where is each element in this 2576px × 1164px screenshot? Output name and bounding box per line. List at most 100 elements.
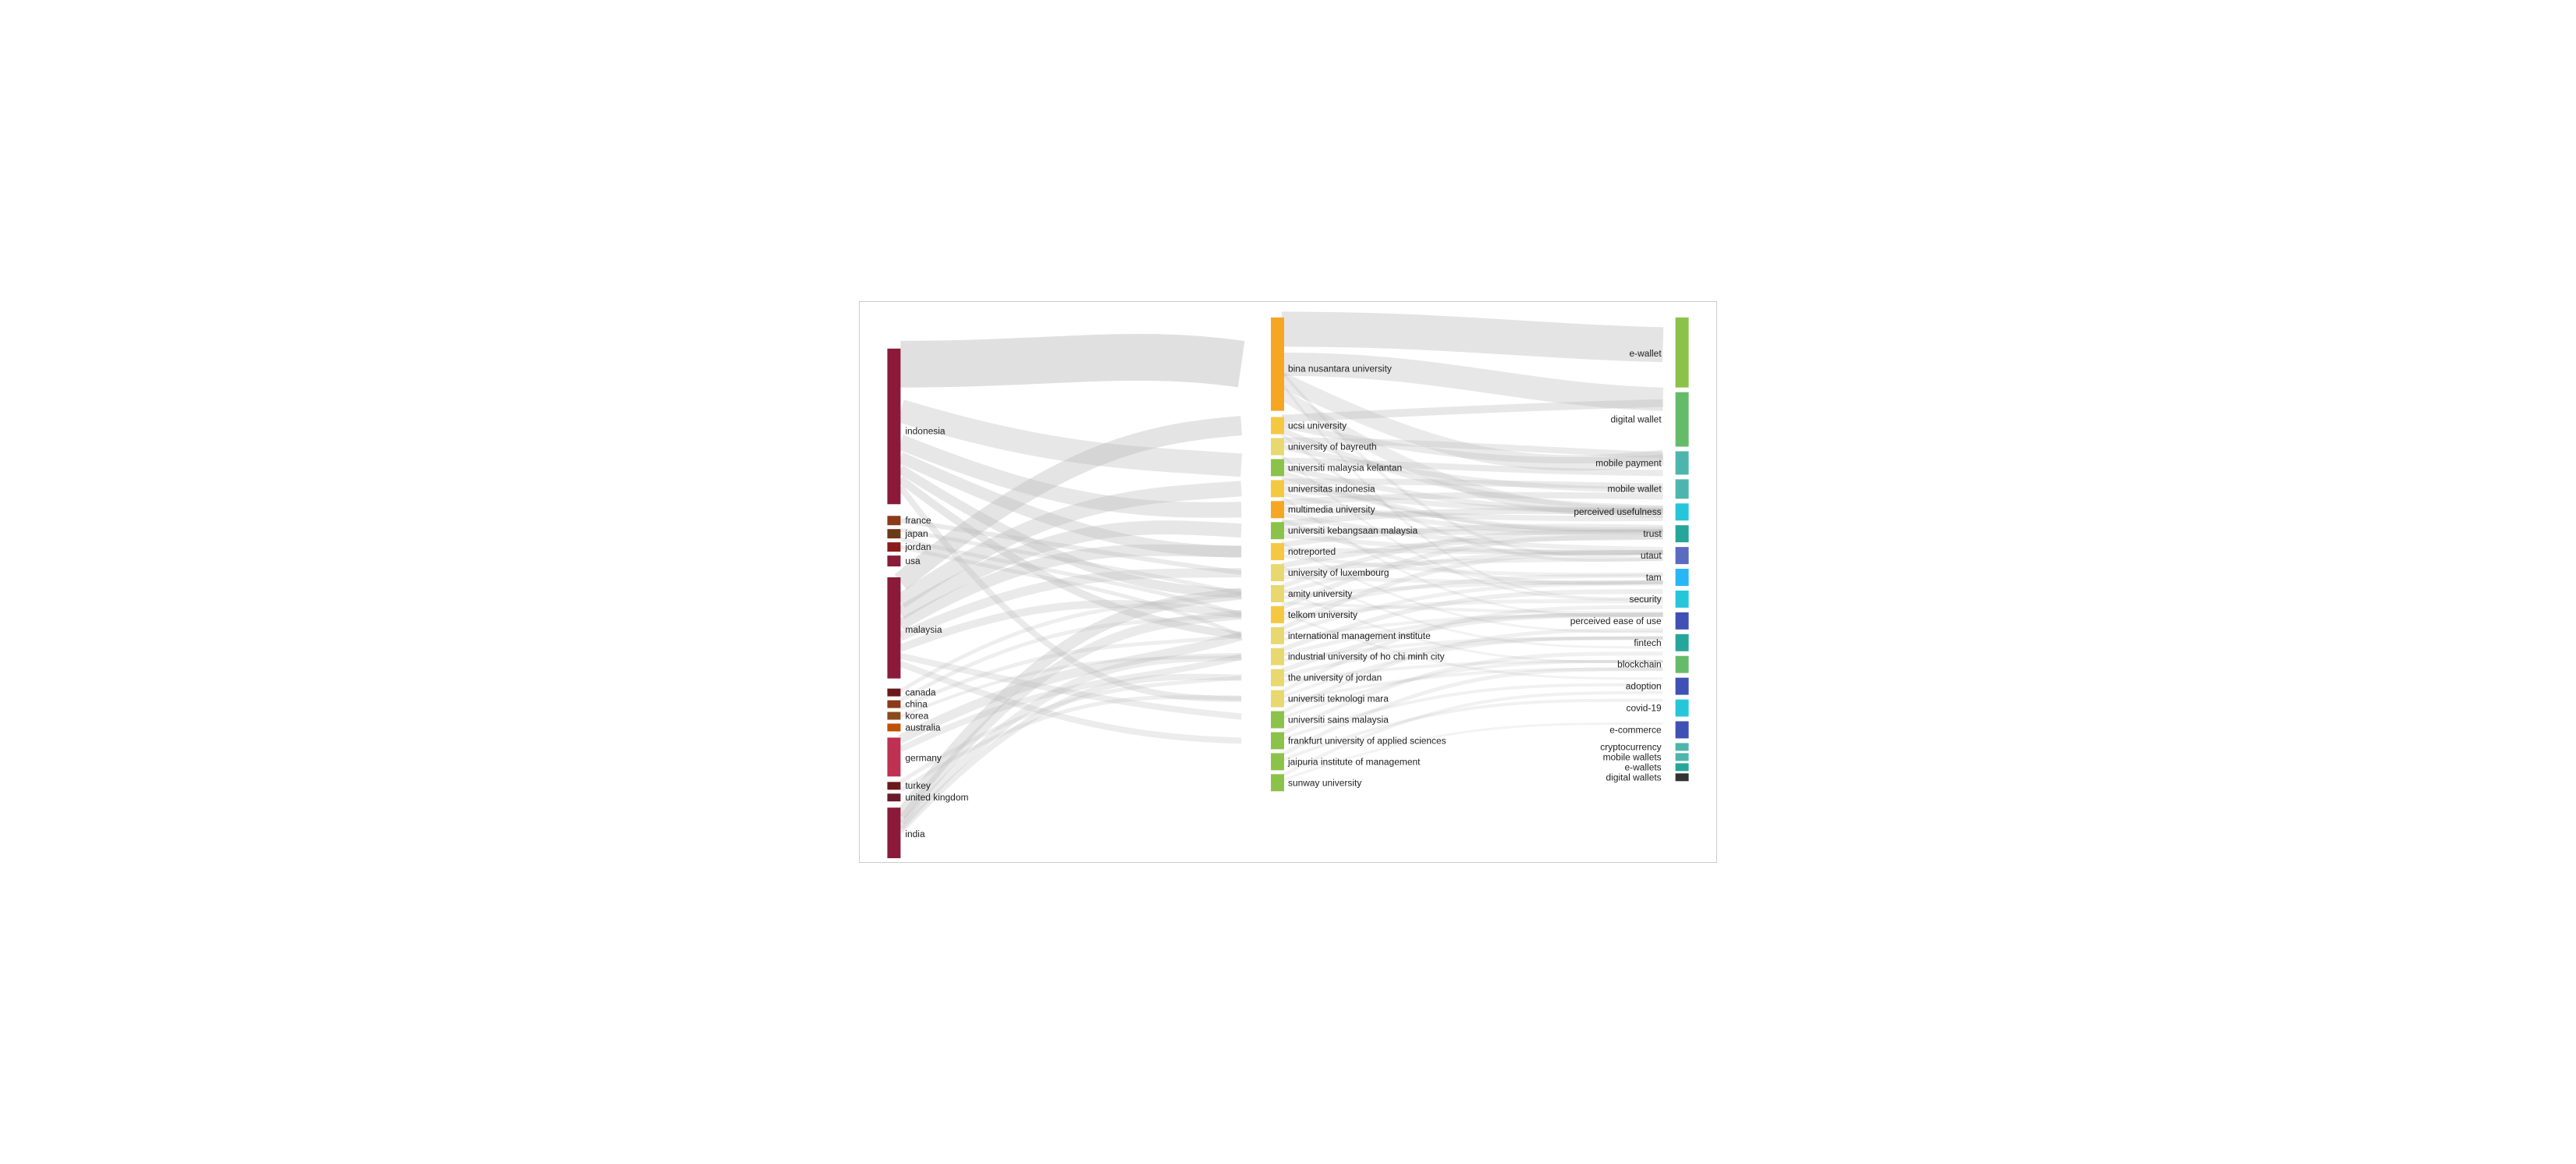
label-bayreuth: university of bayreuth bbox=[1288, 441, 1377, 452]
node-mobile-wallets bbox=[1676, 753, 1689, 761]
label-china: china bbox=[905, 699, 928, 710]
label-jordan-uni: the university of jordan bbox=[1288, 672, 1382, 683]
node-ucsi bbox=[1271, 417, 1284, 435]
label-mobile-wallets: mobile wallets bbox=[1603, 751, 1662, 762]
label-notreported: notreported bbox=[1288, 546, 1336, 557]
label-mobile-payment: mobile payment bbox=[1595, 457, 1662, 468]
label-canada: canada bbox=[905, 687, 936, 698]
label-korea: korea bbox=[905, 711, 928, 722]
node-e-wallet bbox=[1676, 318, 1689, 388]
label-adoption: adoption bbox=[1626, 681, 1662, 692]
node-jordan-uni bbox=[1271, 669, 1284, 687]
label-sains-malaysia: universiti sains malaysia bbox=[1288, 714, 1389, 725]
label-india: india bbox=[905, 829, 925, 839]
node-tam bbox=[1676, 569, 1689, 586]
label-perceived-usefulness: perceived usefulness bbox=[1574, 506, 1661, 517]
node-amity bbox=[1271, 585, 1284, 602]
label-trust: trust bbox=[1643, 528, 1662, 539]
label-digital-wallet: digital wallet bbox=[1611, 414, 1662, 425]
label-kelantan: universiti malaysia kelantan bbox=[1288, 462, 1402, 473]
label-e-wallet: e-wallet bbox=[1629, 348, 1662, 359]
node-blockchain bbox=[1676, 656, 1689, 673]
node-france bbox=[887, 516, 900, 525]
label-ucsi: ucsi university bbox=[1288, 421, 1347, 431]
node-bina-nusantara bbox=[1271, 318, 1284, 411]
node-sunway bbox=[1271, 774, 1284, 791]
node-perceived-usefulness bbox=[1676, 503, 1689, 520]
label-uk: united kingdom bbox=[905, 792, 968, 803]
label-cryptocurrency: cryptocurrency bbox=[1600, 741, 1661, 752]
node-telkom bbox=[1271, 606, 1284, 623]
node-mobile-payment bbox=[1676, 451, 1689, 474]
label-australia: australia bbox=[905, 722, 941, 733]
node-china bbox=[887, 701, 900, 708]
sankey-chart: indonesia france japan jordan usa malays… bbox=[859, 301, 1717, 863]
node-usa bbox=[887, 555, 900, 566]
node-multimedia bbox=[1271, 501, 1284, 518]
node-uk bbox=[887, 793, 900, 801]
node-adoption bbox=[1676, 678, 1689, 695]
node-security bbox=[1676, 591, 1689, 608]
label-e-wallets: e-wallets bbox=[1624, 761, 1661, 772]
label-industrial-hcm: industrial university of ho chi minh cit… bbox=[1288, 651, 1445, 662]
node-turkey bbox=[887, 782, 900, 790]
label-indonesia: indonesia bbox=[905, 426, 946, 437]
node-ecommerce bbox=[1676, 722, 1689, 739]
label-malaysia: malaysia bbox=[905, 624, 942, 635]
node-australia bbox=[887, 723, 900, 731]
label-telkom: telkom university bbox=[1288, 609, 1357, 620]
label-sunway: sunway university bbox=[1288, 777, 1361, 788]
label-bina-nusantara: bina nusantara university bbox=[1288, 364, 1392, 374]
label-digital-wallets: digital wallets bbox=[1606, 772, 1662, 783]
label-tam: tam bbox=[1646, 572, 1662, 583]
node-sains-malaysia bbox=[1271, 712, 1284, 729]
node-digital-wallets bbox=[1676, 773, 1689, 781]
label-universitas-indonesia: universitas indonesia bbox=[1288, 483, 1375, 494]
node-frankfurt bbox=[1271, 732, 1284, 749]
label-japan: japan bbox=[904, 528, 928, 539]
label-blockchain: blockchain bbox=[1617, 659, 1661, 670]
label-jordan: jordan bbox=[904, 541, 931, 552]
label-mobile-wallet: mobile wallet bbox=[1608, 483, 1662, 494]
node-kelantan bbox=[1271, 459, 1284, 476]
node-luxembourg bbox=[1271, 564, 1284, 581]
node-cryptocurrency bbox=[1676, 743, 1689, 751]
label-frankfurt: frankfurt university of applied sciences bbox=[1288, 735, 1446, 746]
node-universitas-indonesia bbox=[1271, 480, 1284, 497]
label-multimedia: multimedia university bbox=[1288, 504, 1375, 515]
label-france: france bbox=[905, 515, 931, 526]
node-indonesia bbox=[887, 349, 900, 504]
node-india bbox=[887, 807, 900, 858]
label-ecommerce: e-commerce bbox=[1609, 724, 1662, 735]
label-fintech: fintech bbox=[1634, 637, 1661, 648]
label-germany: germany bbox=[905, 752, 942, 763]
node-jordan bbox=[887, 542, 900, 552]
label-turkey: turkey bbox=[905, 780, 931, 791]
node-imi bbox=[1271, 627, 1284, 644]
label-covid19: covid-19 bbox=[1626, 703, 1662, 714]
label-kebangsaan: universiti kebangsaan malaysia bbox=[1288, 525, 1418, 536]
node-notreported bbox=[1271, 543, 1284, 560]
label-luxembourg: university of luxembourg bbox=[1288, 567, 1389, 578]
label-amity: amity university bbox=[1288, 588, 1352, 599]
node-utaut bbox=[1676, 547, 1689, 564]
node-canada bbox=[887, 689, 900, 697]
node-perceived-ease bbox=[1676, 612, 1689, 630]
node-industrial-hcm bbox=[1271, 648, 1284, 665]
node-korea bbox=[887, 712, 900, 720]
node-teknologi-mara bbox=[1271, 690, 1284, 708]
label-security: security bbox=[1629, 594, 1661, 605]
label-perceived-ease: perceived ease of use bbox=[1570, 616, 1662, 626]
node-kebangsaan bbox=[1271, 522, 1284, 539]
node-digital-wallet bbox=[1676, 392, 1689, 447]
node-malaysia bbox=[887, 577, 900, 679]
label-usa: usa bbox=[905, 555, 921, 566]
label-utaut: utaut bbox=[1641, 550, 1662, 561]
label-teknologi-mara: universiti teknologi mara bbox=[1288, 694, 1389, 704]
node-covid19 bbox=[1676, 700, 1689, 717]
node-e-wallets bbox=[1676, 763, 1689, 771]
node-bayreuth bbox=[1271, 438, 1284, 456]
label-imi: international management institute bbox=[1288, 630, 1431, 641]
node-fintech bbox=[1676, 634, 1689, 651]
node-mobile-wallet bbox=[1676, 479, 1689, 499]
